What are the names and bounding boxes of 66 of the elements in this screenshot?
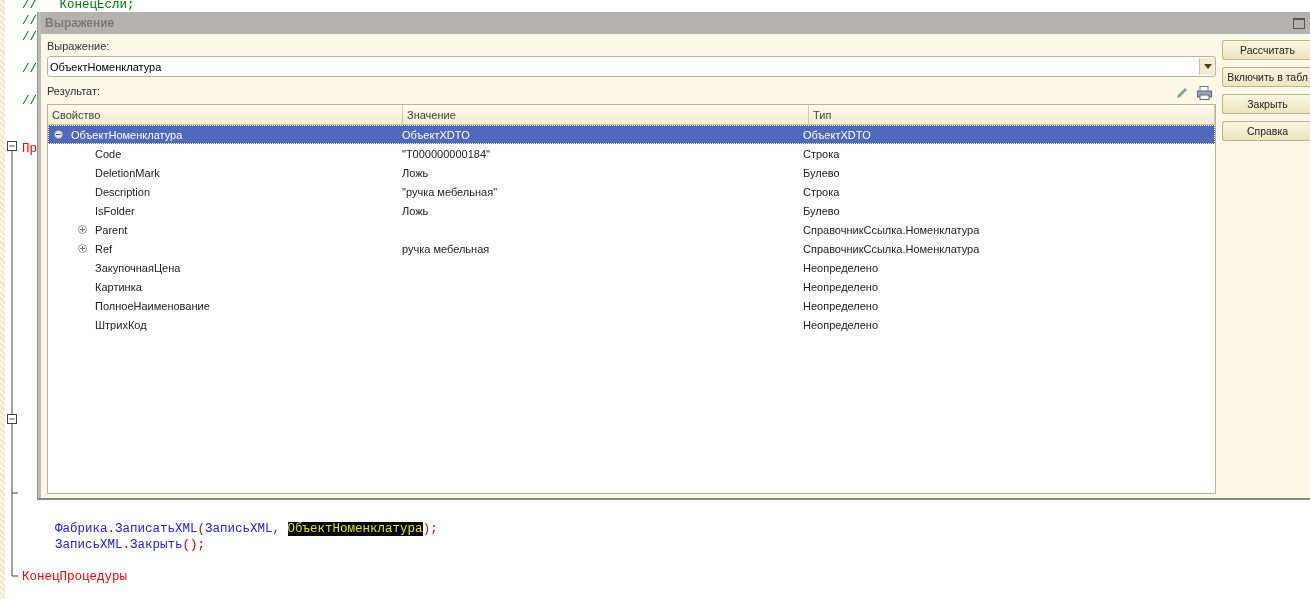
table-row[interactable]: Ref ручка мебельная СправочникСсылка.Номенклатура: [48, 239, 1215, 258]
dropdown-button[interactable]: [1199, 58, 1215, 75]
dialog-button[interactable]: Закрыть: [1222, 94, 1310, 114]
table-cell: Булево: [803, 204, 840, 217]
code-line: //: [22, 62, 37, 76]
table-row[interactable]: ОбъектНоменклатура ОбъектXDTO ОбъектXDTO: [48, 125, 1215, 144]
table-cell: ручка мебельная: [402, 242, 490, 255]
table-row[interactable]: DeletionMark Ложь Булево: [48, 163, 1215, 182]
table-cell: Неопределено: [803, 299, 879, 312]
expand-icon[interactable]: [78, 244, 87, 253]
dialog-button[interactable]: Рассчитать: [1222, 40, 1310, 60]
dialog-button[interactable]: Включить в табл: [1222, 67, 1310, 87]
table-cell: ПолноеНаименование: [95, 299, 210, 312]
table-cell: Неопределено: [803, 318, 879, 331]
table-row[interactable]: Картинка Неопределено: [48, 277, 1215, 296]
table-cell: ОбъектXDTO: [803, 128, 871, 141]
table-cell: СправочникСсылка.Номенклатура: [803, 223, 980, 236]
table-cell: DeletionMark: [95, 166, 160, 179]
dialog-button[interactable]: Справка: [1222, 121, 1310, 141]
table-row[interactable]: ШтрихКод Неопределено: [48, 315, 1215, 334]
table-row[interactable]: ПолноеНаименование Неопределено: [48, 296, 1215, 315]
table-row[interactable]: IsFolder Ложь Булево: [48, 201, 1215, 220]
table-cell: "ручка мебельная": [402, 185, 498, 198]
table-row[interactable]: Description "ручка мебельная" Строка: [48, 182, 1215, 201]
table-cell: ЗакупочнаяЦена: [95, 261, 181, 274]
code-line: ЗаписьXML.Закрыть();: [55, 538, 206, 552]
code-line: Пр: [22, 142, 37, 156]
collapse-icon[interactable]: [54, 130, 63, 139]
table-cell: ОбъектНоменклатура: [71, 128, 183, 141]
table-cell: ОбъектXDTO: [402, 128, 470, 141]
code-line: //: [22, 14, 37, 28]
table-row[interactable]: Parent СправочникСсылка.Номенклатура: [48, 220, 1215, 239]
expression-label: Выражение:: [47, 39, 110, 53]
table-cell: Строка: [803, 147, 840, 160]
expand-icon[interactable]: [78, 225, 87, 234]
table-cell: Parent: [95, 223, 128, 236]
table-cell: Ложь: [402, 166, 429, 179]
caret-icon: [1203, 64, 1212, 69]
print-icon[interactable]: [1197, 85, 1212, 100]
table-cell: Ref: [95, 242, 113, 255]
table-cell: IsFolder: [95, 204, 135, 217]
code-line: //: [22, 30, 37, 44]
maximize-icon[interactable]: [1293, 17, 1305, 29]
table-cell: Неопределено: [803, 280, 879, 293]
window-title: Выражение: [45, 16, 115, 30]
table-cell: Строка: [803, 185, 840, 198]
result-label: Результат:: [47, 84, 101, 98]
table-row[interactable]: ЗакупочнаяЦена Неопределено: [48, 258, 1215, 277]
table-cell: СправочникСсылка.Номенклатура: [803, 242, 980, 255]
table-row[interactable]: Code "T000000000184" Строка: [48, 144, 1215, 163]
table-cell: Картинка: [95, 280, 142, 293]
table-cell: Code: [95, 147, 122, 160]
table-cell: Неопределено: [803, 261, 879, 274]
table-cell: Ложь: [402, 204, 429, 217]
code-line: Фабрика.ЗаписатьXML(ЗаписьXML, ОбъектНоменклатура);: [55, 522, 438, 536]
code-line: //: [22, 94, 37, 108]
column-header[interactable]: Свойство: [48, 105, 403, 124]
table-cell: Description: [95, 185, 151, 198]
column-header[interactable]: Тип: [809, 105, 1215, 124]
table-cell: "T000000000184": [402, 147, 490, 160]
pencil-icon[interactable]: [1176, 86, 1188, 99]
table-cell: Булево: [803, 166, 840, 179]
table-cell: ШтрихКод: [95, 318, 147, 331]
expression-field[interactable]: ОбъектНоменклатура: [47, 56, 1216, 77]
column-header[interactable]: Значение: [403, 105, 809, 124]
code-line: КонецПроцедуры: [22, 570, 128, 584]
